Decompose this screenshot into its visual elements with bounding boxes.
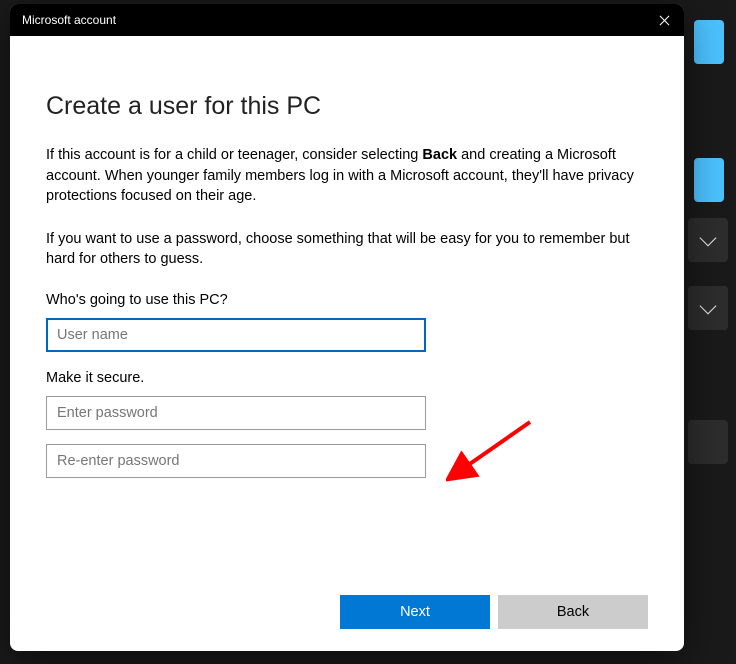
para1-bold: Back xyxy=(422,147,457,163)
username-label: Who's going to use this PC? xyxy=(46,292,648,308)
intro-paragraph-2: If you want to use a password, choose so… xyxy=(46,229,648,270)
intro-paragraph-1: If this account is for a child or teenag… xyxy=(46,145,648,207)
chevron-down-icon xyxy=(700,230,717,247)
bg-tile-accent-1 xyxy=(694,20,724,64)
dialog-footer: Next Back xyxy=(340,595,648,629)
bg-tile-1[interactable] xyxy=(688,218,728,262)
page-title: Create a user for this PC xyxy=(46,92,648,121)
dialog-content: Create a user for this PC If this accoun… xyxy=(10,36,684,651)
account-dialog: Microsoft account Create a user for this… xyxy=(10,4,684,651)
chevron-down-icon xyxy=(700,298,717,315)
password-confirm-input[interactable] xyxy=(46,444,426,478)
bg-tile-2[interactable] xyxy=(688,286,728,330)
titlebar: Microsoft account xyxy=(10,4,684,36)
window-title: Microsoft account xyxy=(22,13,116,27)
next-button[interactable]: Next xyxy=(340,595,490,629)
password-input[interactable] xyxy=(46,396,426,430)
bg-tile-accent-2 xyxy=(694,158,724,202)
close-icon xyxy=(659,15,670,26)
close-button[interactable] xyxy=(644,4,684,36)
back-button[interactable]: Back xyxy=(498,595,648,629)
annotation-arrow xyxy=(446,416,546,496)
password-label: Make it secure. xyxy=(46,370,648,386)
username-input[interactable] xyxy=(46,318,426,352)
para1-pre: If this account is for a child or teenag… xyxy=(46,147,422,163)
bg-tile-3 xyxy=(688,420,728,464)
